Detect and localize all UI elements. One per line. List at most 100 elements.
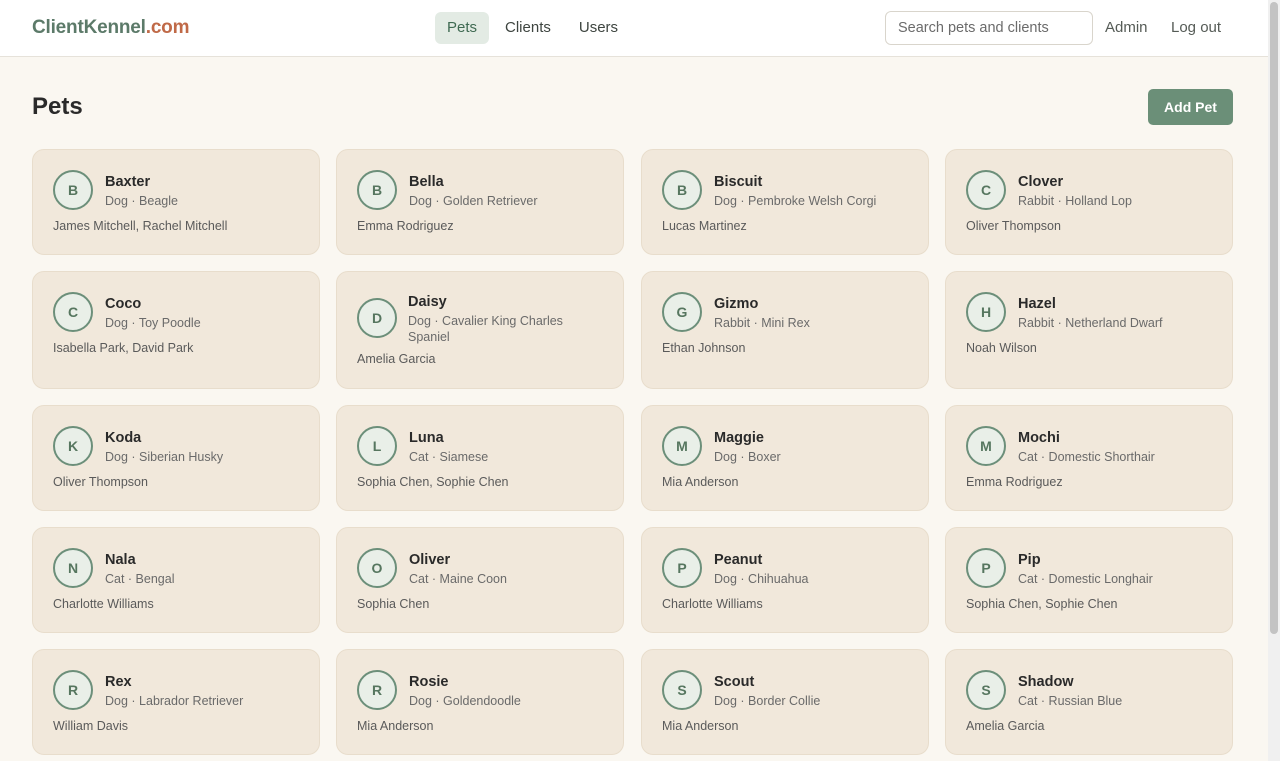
pet-avatar: B — [662, 170, 702, 210]
pet-breed: Cat · Russian Blue — [1018, 694, 1123, 708]
pet-name: Koda — [105, 430, 142, 446]
pet-breed: Dog · Siberian Husky — [105, 450, 224, 464]
pet-breed: Cat · Domestic Longhair — [1018, 572, 1153, 586]
pet-name: Maggie — [714, 430, 764, 446]
pet-card[interactable]: M Maggie Dog · Boxer Mia Anderson — [641, 405, 929, 511]
pet-avatar: P — [662, 548, 702, 588]
pet-name: Rosie — [409, 674, 449, 690]
pet-card[interactable]: P Pip Cat · Domestic Longhair Sophia Chen, … — [945, 527, 1233, 633]
pet-name: Baxter — [105, 174, 151, 190]
pet-avatar: M — [966, 426, 1006, 466]
pet-owners: Sophia Chen, Sophie Chen — [966, 597, 1118, 611]
pet-name: Peanut — [714, 552, 763, 568]
pet-avatar: R — [357, 670, 397, 710]
pet-owners: William Davis — [53, 719, 128, 733]
pet-avatar: L — [357, 426, 397, 466]
pet-breed: Dog · Cavalier King Charles Spaniel — [408, 314, 563, 344]
admin-link[interactable]: Admin — [1105, 19, 1148, 36]
add-pet-button[interactable]: Add Pet — [1148, 89, 1233, 125]
pet-card[interactable]: D Daisy Dog · Cavalier King Charles Spanie… — [336, 271, 624, 389]
pet-card[interactable]: B Bella Dog · Golden Retriever Emma Rodrigu… — [336, 149, 624, 255]
pet-avatar: S — [662, 670, 702, 710]
pet-breed: Rabbit · Netherland Dwarf — [1018, 316, 1163, 330]
pet-owners: Oliver Thompson — [966, 219, 1061, 233]
pet-name: Mochi — [1018, 430, 1060, 446]
pet-card[interactable]: C Coco Dog · Toy Poodle Isabella Park, Davi… — [32, 271, 320, 389]
pet-card[interactable]: B Baxter Dog · Beagle James Mitchell, Rache… — [32, 149, 320, 255]
top-bar: ClientKennel.com Pets Clients Users Admi… — [0, 0, 1268, 57]
pet-avatar: R — [53, 670, 93, 710]
pet-name: Hazel — [1018, 296, 1056, 312]
pet-avatar: N — [53, 548, 93, 588]
pet-breed: Rabbit · Mini Rex — [714, 316, 810, 330]
pet-avatar: S — [966, 670, 1006, 710]
pet-owners: Charlotte Williams — [53, 597, 154, 611]
pet-breed: Cat · Maine Coon — [409, 572, 507, 586]
pet-breed: Dog · Pembroke Welsh Corgi — [714, 194, 877, 208]
search-input[interactable] — [885, 11, 1093, 45]
pet-avatar: K — [53, 426, 93, 466]
pet-card[interactable]: H Hazel Rabbit · Netherland Dwarf Noah Wils… — [945, 271, 1233, 389]
pet-card[interactable]: O Oliver Cat · Maine Coon Sophia Chen — [336, 527, 624, 633]
pet-name: Biscuit — [714, 174, 763, 190]
pet-card[interactable]: C Clover Rabbit · Holland Lop Oliver Thomps… — [945, 149, 1233, 255]
nav-pets[interactable]: Pets — [435, 12, 490, 44]
pet-avatar: D — [357, 298, 397, 338]
pet-name: Scout — [714, 674, 755, 690]
logout-link[interactable]: Log out — [1171, 19, 1221, 36]
pet-owners: Mia Anderson — [662, 719, 739, 733]
nav-users[interactable]: Users — [567, 12, 630, 44]
pet-name: Bella — [409, 174, 444, 190]
pet-owners: Emma Rodriguez — [966, 475, 1063, 489]
pet-breed: Dog · Chihuahua — [714, 572, 809, 586]
pet-avatar: B — [357, 170, 397, 210]
pet-name: Oliver — [409, 552, 451, 568]
pet-name: Gizmo — [714, 296, 759, 312]
pet-owners: Ethan Johnson — [662, 341, 746, 355]
pet-owners: Emma Rodriguez — [357, 219, 454, 233]
pet-card[interactable]: S Shadow Cat · Russian Blue Amelia Garcia — [945, 649, 1233, 755]
pet-card[interactable]: P Peanut Dog · Chihuahua Charlotte Williams — [641, 527, 929, 633]
scrollbar[interactable] — [1268, 0, 1280, 761]
pet-card[interactable]: M Mochi Cat · Domestic Shorthair Emma Rodri… — [945, 405, 1233, 511]
pet-card[interactable]: R Rex Dog · Labrador Retriever William Davi… — [32, 649, 320, 755]
pet-owners: Amelia Garcia — [966, 719, 1045, 733]
pet-name: Nala — [105, 552, 136, 568]
pet-card[interactable]: L Luna Cat · Siamese Sophia Chen, Sophie Ch… — [336, 405, 624, 511]
pet-card[interactable]: K Koda Dog · Siberian Husky Oliver Thompson — [32, 405, 320, 511]
pet-name: Rex — [105, 674, 132, 690]
pet-breed: Dog · Golden Retriever — [409, 194, 538, 208]
scrollbar-thumb[interactable] — [1270, 2, 1278, 634]
pet-name: Shadow — [1018, 674, 1074, 690]
pet-avatar: B — [53, 170, 93, 210]
pet-owners: Charlotte Williams — [662, 597, 763, 611]
logo-tld-text: .com — [145, 17, 190, 38]
pet-owners: Sophia Chen, Sophie Chen — [357, 475, 509, 489]
pet-breed: Dog · Toy Poodle — [105, 316, 201, 330]
pet-breed: Dog · Labrador Retriever — [105, 694, 244, 708]
nav-clients[interactable]: Clients — [493, 12, 563, 44]
pet-owners: Mia Anderson — [662, 475, 739, 489]
pet-breed: Cat · Bengal — [105, 572, 175, 586]
pet-breed: Cat · Siamese — [409, 450, 489, 464]
pet-card[interactable]: G Gizmo Rabbit · Mini Rex Ethan Johnson — [641, 271, 929, 389]
pet-breed: Dog · Beagle — [105, 194, 178, 208]
site-logo[interactable]: ClientKennel.com — [32, 17, 189, 39]
page-title: Pets — [32, 93, 83, 120]
pet-avatar: C — [53, 292, 93, 332]
pet-avatar: C — [966, 170, 1006, 210]
pet-avatar: H — [966, 292, 1006, 332]
pet-avatar: P — [966, 548, 1006, 588]
pet-name: Pip — [1018, 552, 1041, 568]
pet-avatar: O — [357, 548, 397, 588]
pet-name: Daisy — [408, 294, 447, 310]
pet-card[interactable]: N Nala Cat · Bengal Charlotte Williams — [32, 527, 320, 633]
pet-card[interactable]: S Scout Dog · Border Collie Mia Anderson — [641, 649, 929, 755]
pet-card[interactable]: B Biscuit Dog · Pembroke Welsh Corgi Lucas … — [641, 149, 929, 255]
pet-breed: Dog · Border Collie — [714, 694, 821, 708]
pet-breed: Dog · Boxer — [714, 450, 781, 464]
pet-owners: Noah Wilson — [966, 341, 1037, 355]
pet-card[interactable]: R Rosie Dog · Goldendoodle Mia Anderson — [336, 649, 624, 755]
pet-breed: Cat · Domestic Shorthair — [1018, 450, 1155, 464]
pet-owners: Lucas Martinez — [662, 219, 747, 233]
